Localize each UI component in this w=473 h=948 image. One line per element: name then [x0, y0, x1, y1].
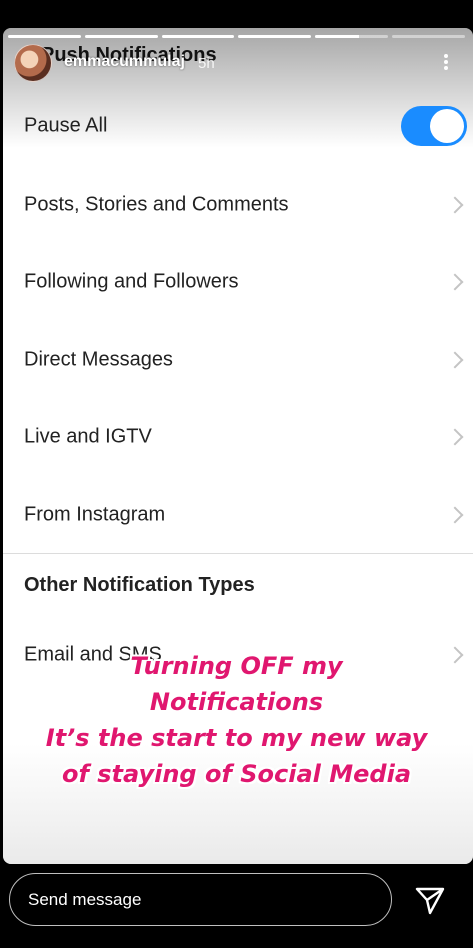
username[interactable]: emmacummulaj: [64, 53, 185, 71]
overlay-line: It’s the start to my new way: [45, 724, 428, 752]
settings-item-label: Following and Followers: [24, 270, 239, 293]
send-icon[interactable]: [414, 884, 446, 916]
time-ago: 5h: [198, 55, 215, 72]
progress-fill: [161, 35, 235, 38]
story-progress-bar: [8, 35, 465, 38]
toggle-knob: [430, 109, 464, 143]
story-text-overlay: Turning OFF my Notifications It’s the st…: [0, 648, 473, 792]
avatar[interactable]: [14, 44, 52, 82]
progress-fill: [238, 35, 312, 38]
settings-item-label: Posts, Stories and Comments: [24, 193, 289, 216]
overlay-line: Notifications: [149, 688, 324, 716]
progress-fill: [315, 35, 359, 38]
pause-all-toggle[interactable]: [401, 106, 467, 146]
chevron-right-icon: [446, 506, 464, 524]
settings-item-posts-stories-comments[interactable]: Posts, Stories and Comments: [3, 175, 473, 235]
more-options-icon[interactable]: [443, 52, 449, 72]
progress-segment: [392, 35, 465, 38]
pause-all-row: Pause All: [3, 96, 473, 156]
progress-segment: [238, 35, 312, 38]
progress-segment: [315, 35, 389, 38]
pause-all-label: Pause All: [24, 114, 108, 137]
settings-item-direct-messages[interactable]: Direct Messages: [3, 330, 473, 390]
progress-segment: [8, 35, 81, 38]
progress-segment: [84, 35, 158, 38]
settings-item-following-followers[interactable]: Following and Followers: [3, 252, 473, 312]
send-message-input[interactable]: Send message: [9, 873, 392, 926]
overlay-line: Turning OFF my: [130, 652, 343, 680]
overlay-line: of staying of Social Media: [61, 760, 412, 788]
progress-segment: [161, 35, 235, 38]
section-divider: [3, 553, 473, 554]
settings-item-label: Direct Messages: [24, 348, 173, 371]
chevron-right-icon: [446, 273, 464, 291]
progress-fill: [84, 35, 158, 38]
settings-item-label: Live and IGTV: [24, 425, 152, 448]
progress-fill: [8, 35, 81, 38]
send-message-placeholder: Send message: [28, 889, 142, 909]
chevron-right-icon: [446, 428, 464, 446]
settings-item-from-instagram[interactable]: From Instagram: [3, 485, 473, 545]
chevron-right-icon: [446, 196, 464, 214]
settings-item-live-igtv[interactable]: Live and IGTV: [3, 407, 473, 467]
story-footer: Send message: [0, 864, 473, 948]
section-title: Other Notification Types: [24, 574, 255, 596]
chevron-right-icon: [446, 351, 464, 369]
story-header: emmacummulaj 5h: [14, 44, 463, 82]
settings-item-label: From Instagram: [24, 503, 166, 526]
